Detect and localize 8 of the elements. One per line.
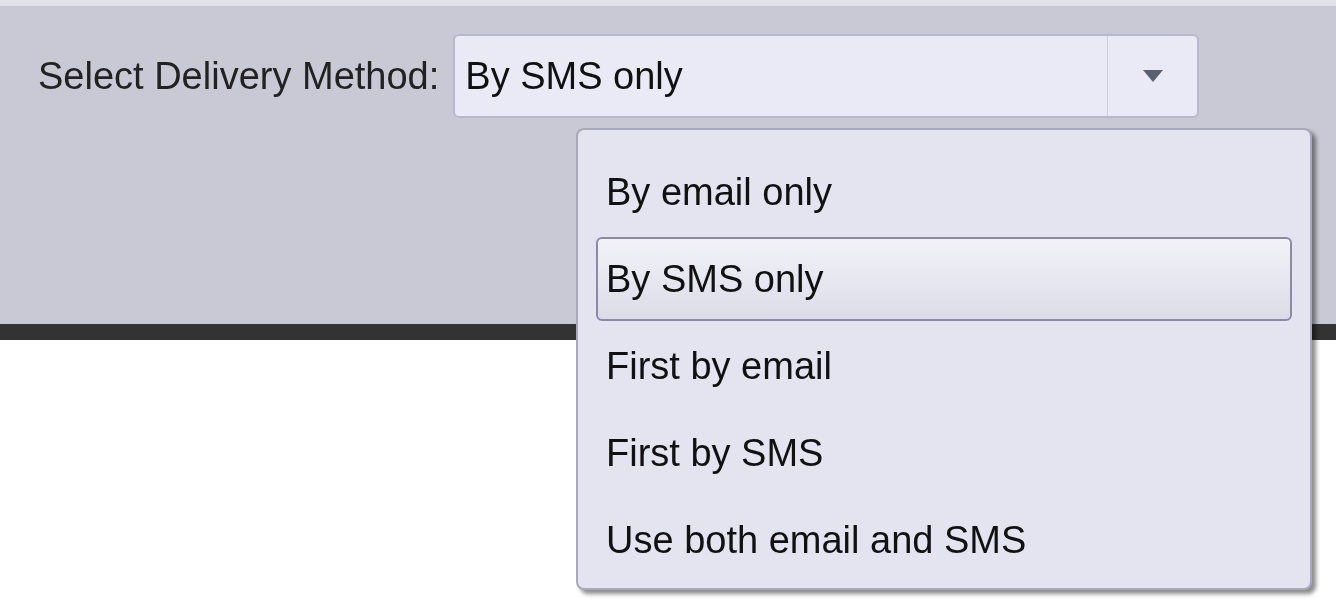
dropdown-option[interactable]: By email only (596, 150, 1292, 234)
dropdown-option[interactable]: First by email (596, 324, 1292, 408)
delivery-method-combo[interactable]: By SMS only (453, 34, 1200, 118)
delivery-method-label: Select Delivery Method: (38, 54, 440, 99)
dropdown-option[interactable]: First by SMS (596, 411, 1292, 495)
dropdown-arrow-icon (1142, 70, 1163, 82)
dropdown-option[interactable]: By SMS only (596, 237, 1292, 321)
dropdown-option[interactable]: Use both email and SMS (596, 498, 1292, 582)
